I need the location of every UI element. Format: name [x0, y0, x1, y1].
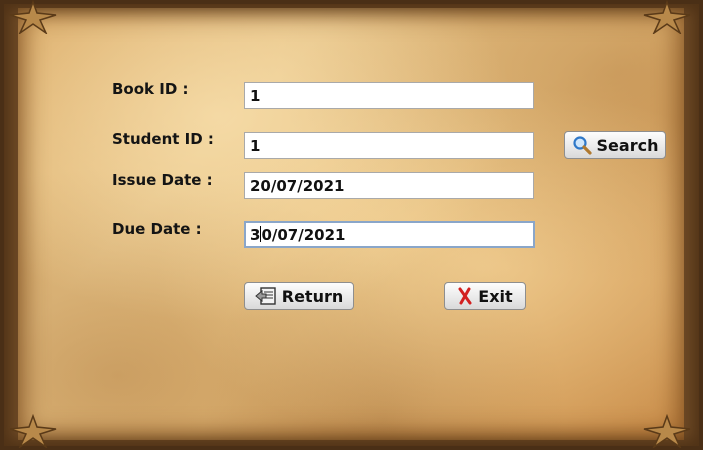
issue-date-field[interactable]: 20/07/2021: [244, 172, 534, 199]
exit-button-label: Exit: [478, 286, 513, 306]
book-id-field[interactable]: 1: [244, 82, 534, 109]
return-button[interactable]: Return: [244, 282, 354, 310]
exit-icon: [457, 287, 473, 305]
search-button[interactable]: Search: [564, 131, 666, 159]
corner-star-icon: [640, 0, 694, 34]
due-date-text-before-caret: 3: [250, 226, 261, 244]
issue-date-label: Issue Date :: [112, 171, 213, 189]
due-date-label: Due Date :: [112, 220, 202, 238]
due-date-text-after-caret: 0/07/2021: [261, 226, 346, 244]
search-icon: [572, 135, 592, 155]
search-button-label: Search: [596, 135, 659, 155]
student-id-field[interactable]: 1: [244, 132, 534, 159]
corner-star-icon: [640, 414, 694, 448]
book-id-label: Book ID :: [112, 80, 189, 98]
corner-star-icon: [6, 0, 60, 34]
corner-star-icon: [6, 414, 60, 448]
student-id-label: Student ID :: [112, 130, 214, 148]
return-book-icon: [254, 286, 277, 306]
window-frame: Book ID : Student ID : Issue Date : Due …: [0, 0, 703, 450]
due-date-field[interactable]: 30/07/2021: [244, 221, 535, 248]
return-button-label: Return: [281, 286, 344, 306]
exit-button[interactable]: Exit: [444, 282, 526, 310]
